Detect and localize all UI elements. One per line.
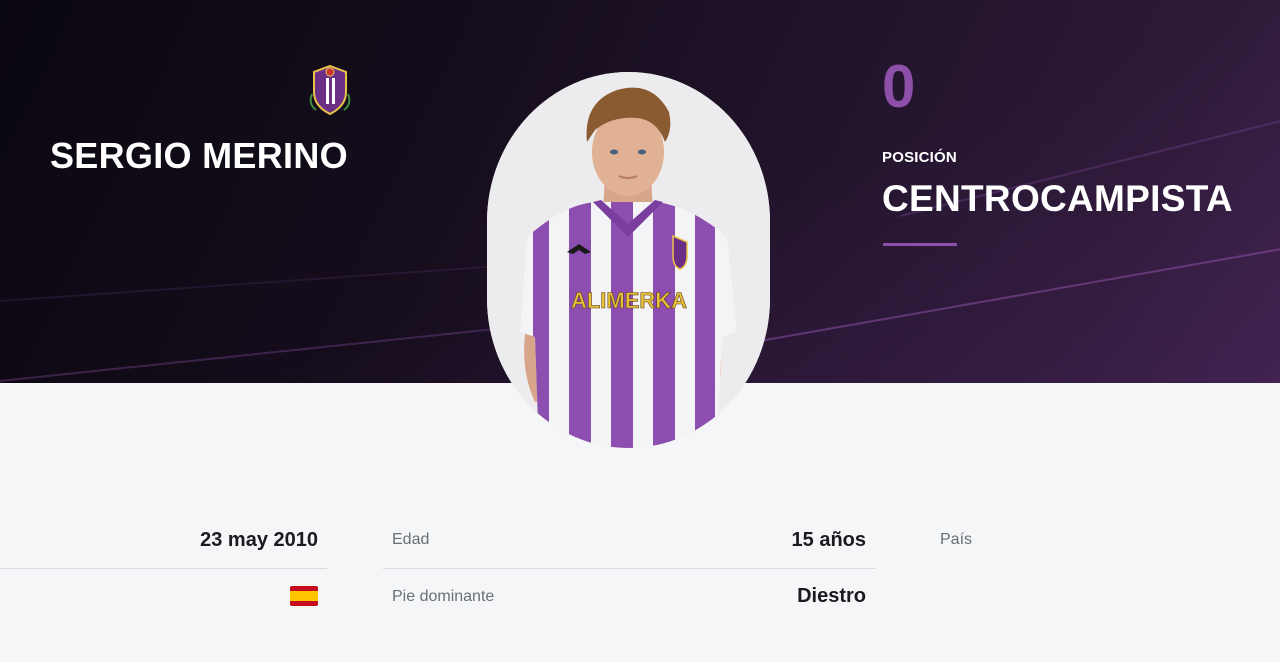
divider [0,568,327,569]
shirt-sponsor: ALIMERKA [571,288,687,313]
accent-underline [883,243,957,246]
player-name: SERGIO MERINO [50,135,348,176]
spain-flag-icon [290,586,318,606]
age-value: 15 años [791,529,866,551]
divider [383,568,876,569]
position-value: CENTROCAMPISTA [882,178,1233,219]
age-label: Edad [392,531,430,548]
dominant-foot-label: Pie dominante [392,588,495,605]
club-crest-icon [309,64,351,116]
position-label: POSICIÓN [882,149,957,166]
decorative-stripe [759,242,1280,342]
player-details-section [0,383,1280,662]
decorative-stripe [0,265,499,302]
birth-date-value: 23 may 2010 [200,529,318,551]
dominant-foot-value: Diestro [797,585,866,607]
country-label: País [940,531,973,548]
jersey-number: 0 [882,53,916,120]
